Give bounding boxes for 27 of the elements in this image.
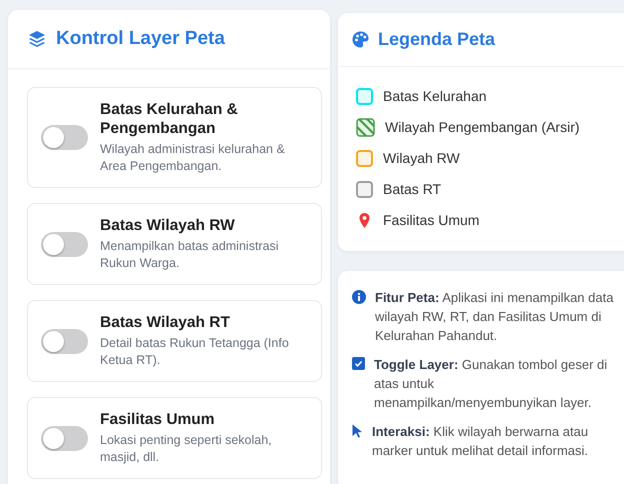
layer-description: Detail batas Rukun Tetangga (Info Ketua RT). [100, 335, 290, 369]
toggle-switch[interactable] [41, 232, 88, 256]
layer-title: Fasilitas Umum [100, 410, 216, 429]
palette-icon [352, 31, 369, 48]
layer-title: Batas Wilayah RW [100, 216, 236, 235]
toggle-switch[interactable] [41, 328, 88, 354]
legend-label: Batas RT [383, 181, 442, 197]
info-text: Toggle Layer: Gunakan tombol geser di atas untuk menampilkan/menyembunyikan layer. [374, 356, 608, 412]
legend-label: Wilayah Pengembangan (Arsir) [385, 119, 580, 135]
legend-label: Fasilitas Umum [383, 212, 480, 228]
cursor-icon [352, 424, 363, 438]
layer-title: Batas Wilayah RT [100, 313, 231, 332]
info-text: Fitur Peta: Aplikasi ini menampilkan data wilayah RW, RT, dan Fasilitas Umum di Kelurahan Pahandut. [375, 289, 614, 345]
layer-description: Wilayah administrasi kelurahan & Area Pengembangan. [100, 141, 286, 175]
toggle-switch[interactable] [41, 426, 88, 450]
info-icon [352, 290, 366, 304]
info-text: Interaksi: Klik wilayah berwarna atau marker untuk melihat detail informasi. [372, 423, 590, 460]
legend-title: Legenda Peta [378, 29, 496, 50]
layer-description: Menampilkan batas administrasi Rukun Warga. [100, 238, 280, 272]
panel-title: Kontrol Layer Peta [56, 28, 225, 50]
toggle-switch[interactable] [41, 125, 88, 150]
legend-label: Batas Kelurahan [383, 88, 487, 104]
legend-label: Wilayah RW [383, 150, 460, 166]
layers-icon [28, 30, 46, 48]
layer-description: Lokasi penting seperti sekolah, masjid, dll. [100, 432, 273, 466]
layer-title: Batas Kelurahan & Pengembangan [100, 100, 239, 138]
checkbox-icon [352, 357, 365, 370]
